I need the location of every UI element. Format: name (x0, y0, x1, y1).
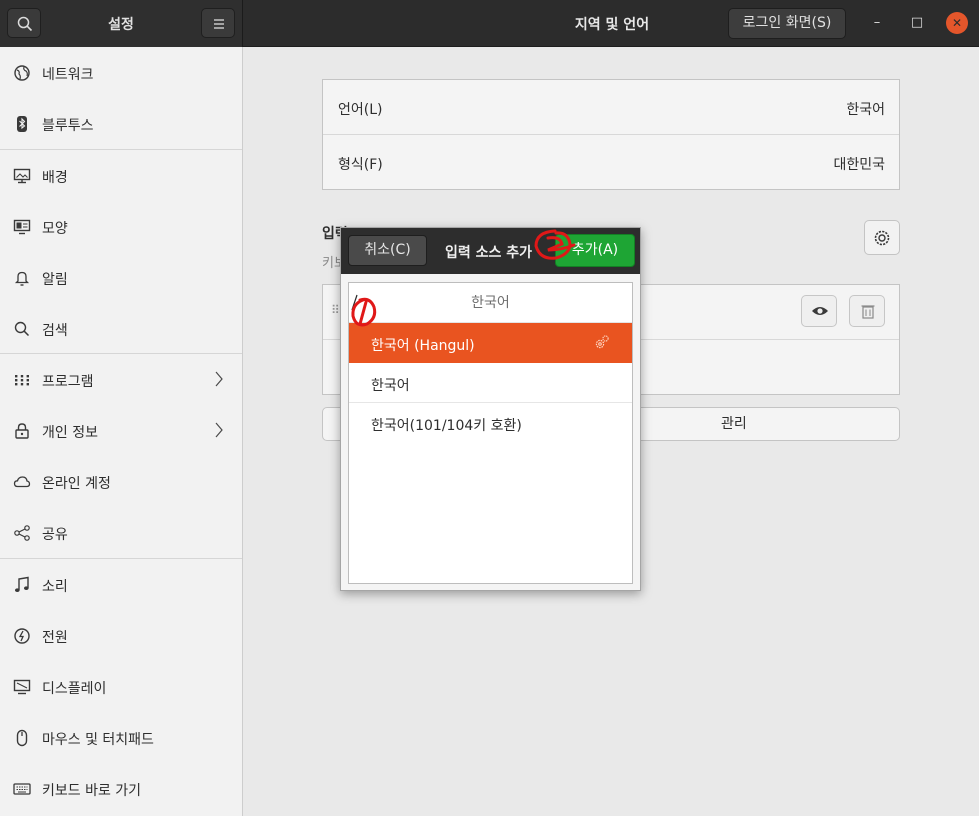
cancel-button[interactable]: 취소(C) (348, 235, 427, 266)
language-label: 언어(L) (338, 102, 383, 118)
sidebar-item-label: 블루투스 (42, 118, 94, 134)
minimize-button[interactable]: – (866, 12, 888, 34)
list-item-label: 한국어(101/104키 호환) (371, 418, 522, 434)
sidebar-item-label: 배경 (42, 170, 68, 186)
sidebar-item-label: 온라인 계정 (42, 476, 111, 492)
hamburger-icon (214, 19, 224, 29)
input-options-button[interactable] (864, 220, 900, 255)
list-item[interactable]: 한국어 (Hangul) (349, 323, 632, 363)
list-item[interactable]: 한국어(101/104키 호환) (349, 403, 632, 443)
list-item-label: 한국어 (371, 378, 410, 394)
sidebar-item-background[interactable]: 배경 (0, 150, 242, 201)
bell-icon (14, 271, 30, 286)
apps-grid-icon (15, 375, 29, 386)
dialog-header: 취소(C) 입력 소스 추가 추가(A) (341, 228, 640, 274)
sidebar-item-label: 소리 (42, 579, 68, 595)
add-button[interactable]: 추가(A) (555, 234, 635, 267)
sidebar-item-appearance[interactable]: 모양 (0, 201, 242, 252)
language-frame: 언어(L) 한국어 형식(F) 대한민국 (322, 79, 900, 190)
display-icon (13, 679, 31, 695)
dialog-title: 입력 소스 추가 (445, 245, 533, 261)
formats-row[interactable]: 형식(F) 대한민국 (323, 135, 899, 189)
cloud-icon (13, 476, 31, 488)
add-input-source-dialog: 취소(C) 입력 소스 추가 추가(A) 한국어 한국어 (Hangul) 한국… (340, 227, 641, 591)
gears-icon (595, 335, 609, 349)
list-item-label: 한국어 (Hangul) (371, 338, 475, 354)
sidebar-item-label: 키보드 바로 가기 (42, 783, 142, 799)
page-title: 지역 및 언어 (574, 17, 650, 33)
search-icon (17, 16, 33, 32)
menu-button[interactable] (201, 8, 235, 38)
gear-icon (874, 230, 890, 246)
sidebar-item-online-accounts[interactable]: 온라인 계정 (0, 456, 242, 507)
sidebar-item-sound[interactable]: 소리 (0, 559, 242, 610)
login-screen-button[interactable]: 로그인 화면(S) (728, 8, 846, 39)
sidebar-item-notifications[interactable]: 알림 (0, 252, 242, 303)
share-icon (14, 525, 30, 541)
chevron-right-icon (215, 422, 223, 438)
mouse-icon (16, 729, 28, 747)
sidebar-item-applications[interactable]: 프로그램 (0, 354, 242, 405)
preview-layout-button[interactable] (801, 295, 837, 327)
background-icon (13, 168, 31, 184)
sidebar-item-label: 검색 (42, 323, 68, 339)
power-icon (14, 628, 30, 644)
search-icon (14, 321, 30, 337)
settings-title: 설정 (108, 17, 134, 33)
sidebar-item-label: 공유 (42, 527, 68, 543)
sidebar-item-label: 네트워크 (42, 67, 94, 83)
trash-icon (861, 305, 875, 319)
sidebar-item-label: 개인 정보 (42, 425, 98, 441)
language-value: 한국어 (846, 102, 885, 118)
sidebar-item-bluetooth[interactable]: 블루투스 (0, 98, 242, 149)
search-field[interactable]: 한국어 (349, 283, 632, 323)
sidebar-header: 설정 (0, 0, 243, 47)
music-note-icon (15, 576, 29, 592)
sidebar-item-label: 전원 (42, 630, 68, 646)
search-button[interactable] (7, 8, 41, 38)
bluetooth-icon (17, 116, 27, 132)
sidebar-item-label: 프로그램 (42, 374, 94, 390)
sidebar-item-label: 디스플레이 (42, 681, 107, 697)
sidebar-item-displays[interactable]: 디스플레이 (0, 661, 242, 712)
language-row[interactable]: 언어(L) 한국어 (323, 80, 899, 134)
sidebar-item-label: 모양 (42, 221, 68, 237)
close-button[interactable]: ✕ (946, 12, 968, 34)
sidebar-item-network[interactable]: 네트워크 (0, 47, 242, 98)
chevron-right-icon (215, 371, 223, 387)
sidebar-item-sharing[interactable]: 공유 (0, 507, 242, 558)
maximize-button[interactable]: □ (906, 12, 928, 34)
keyboard-icon (13, 783, 31, 795)
sidebar: 네트워크 블루투스 배경 모양 알림 검색 프로그램 개인 정보 온라인 계정 … (0, 47, 243, 816)
sidebar-item-search[interactable]: 검색 (0, 303, 242, 354)
remove-input-source-button[interactable] (849, 295, 885, 327)
drag-handle-icon[interactable]: ⠿ (331, 303, 340, 317)
appearance-icon (13, 219, 31, 235)
sidebar-item-keyboard-shortcuts[interactable]: 키보드 바로 가기 (0, 763, 242, 814)
sidebar-item-mouse-touchpad[interactable]: 마우스 및 터치패드 (0, 712, 242, 763)
lock-icon (15, 423, 29, 439)
sidebar-item-label: 알림 (42, 272, 68, 288)
manage-languages-label: 관리 (721, 416, 747, 432)
eye-icon (812, 307, 828, 315)
network-icon (14, 65, 30, 81)
header-bar: 설정 지역 및 언어 로그인 화면(S) – □ ✕ (0, 0, 979, 47)
input-source-list: 한국어 한국어 (Hangul) 한국어 한국어(101/104키 호환) (348, 282, 633, 584)
formats-label: 형식(F) (338, 157, 383, 173)
sidebar-item-privacy[interactable]: 개인 정보 (0, 405, 242, 456)
sidebar-item-label: 마우스 및 터치패드 (42, 732, 154, 748)
sidebar-item-power[interactable]: 전원 (0, 610, 242, 661)
formats-value: 대한민국 (833, 157, 885, 173)
list-item[interactable]: 한국어 (349, 363, 632, 403)
